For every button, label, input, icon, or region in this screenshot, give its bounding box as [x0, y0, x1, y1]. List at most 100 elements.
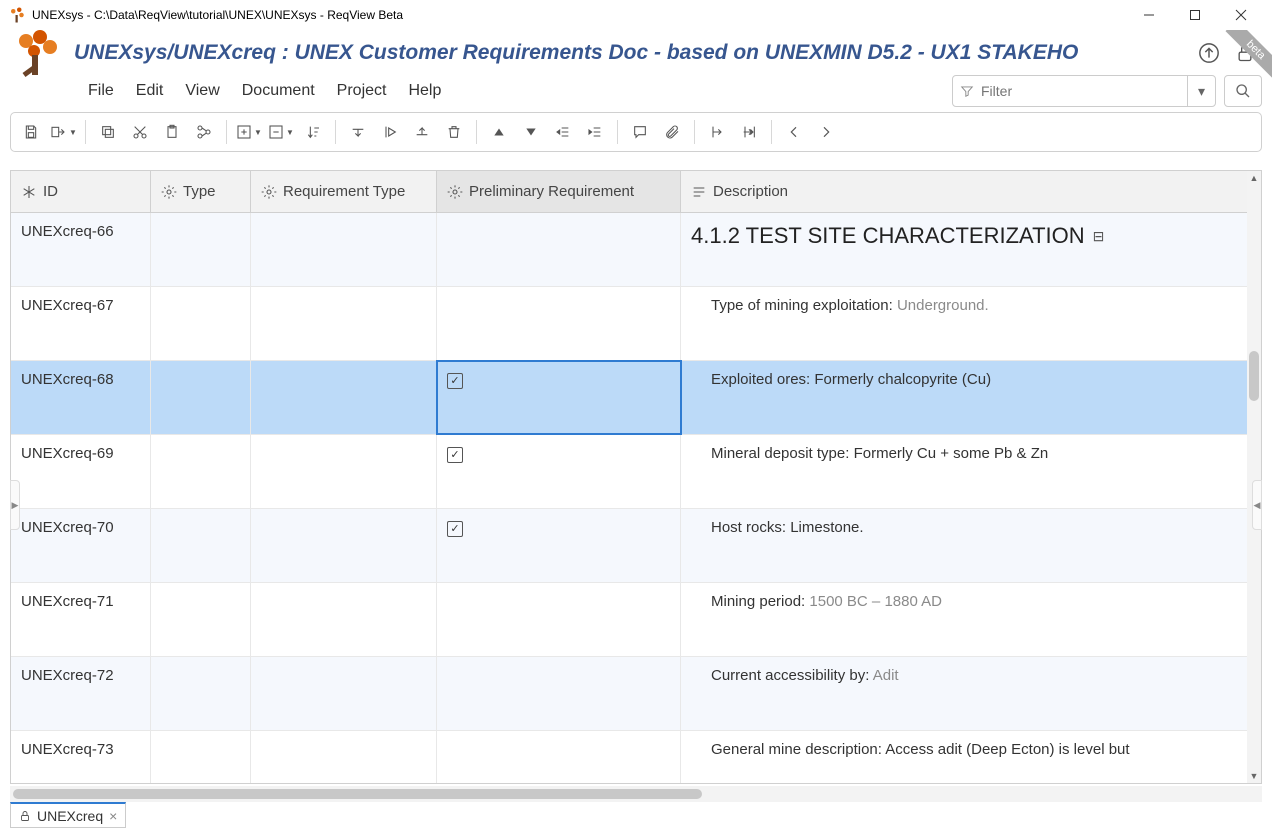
table-row[interactable]: UNEXcreq-66 4.1.2 TEST SITE CHARACTERIZAT…: [11, 213, 1261, 287]
horizontal-scrollbar[interactable]: [10, 786, 1262, 802]
cell-reqtype[interactable]: [251, 435, 437, 508]
cell-prelim[interactable]: [437, 657, 681, 730]
table-row[interactable]: UNEXcreq-73 General mine description: Acc…: [11, 731, 1261, 783]
close-button[interactable]: [1218, 0, 1264, 30]
cell-prelim[interactable]: [437, 583, 681, 656]
cell-id[interactable]: UNEXcreq-71: [11, 583, 151, 656]
cell-reqtype[interactable]: [251, 731, 437, 783]
export-icon[interactable]: ▼: [49, 118, 77, 146]
scroll-thumb[interactable]: [1249, 351, 1259, 401]
cell-reqtype[interactable]: [251, 361, 437, 434]
table-row[interactable]: UNEXcreq-72 Current accessibility by: Adi…: [11, 657, 1261, 731]
collapse-icon[interactable]: ⊟: [1093, 228, 1105, 245]
right-panel-handle[interactable]: ◀: [1252, 480, 1262, 530]
menu-document[interactable]: Document: [242, 82, 315, 100]
filter-dropdown[interactable]: ▾: [1187, 76, 1215, 106]
indent-icon[interactable]: [581, 118, 609, 146]
left-panel-handle[interactable]: ▶: [10, 480, 20, 530]
link-icon[interactable]: [190, 118, 218, 146]
cell-id[interactable]: UNEXcreq-69: [11, 435, 151, 508]
cell-reqtype[interactable]: [251, 583, 437, 656]
table-row[interactable]: UNEXcreq-70 Host rocks: Limestone.: [11, 509, 1261, 583]
column-prelim[interactable]: Preliminary Requirement: [437, 171, 681, 212]
menu-view[interactable]: View: [185, 82, 219, 100]
cell-reqtype[interactable]: [251, 213, 437, 286]
menu-file[interactable]: File: [88, 82, 114, 100]
scroll-down-icon[interactable]: ▼: [1247, 769, 1261, 783]
sort-icon[interactable]: [299, 118, 327, 146]
cell-prelim[interactable]: [437, 435, 681, 508]
cell-type[interactable]: [151, 361, 251, 434]
nav-forward-icon[interactable]: [812, 118, 840, 146]
attachment-icon[interactable]: [658, 118, 686, 146]
cell-description[interactable]: Type of mining exploitation: Underground…: [681, 287, 1261, 360]
cell-id[interactable]: UNEXcreq-66: [11, 213, 151, 286]
cell-type[interactable]: [151, 657, 251, 730]
cell-description[interactable]: Current accessibility by: Adit: [681, 657, 1261, 730]
minimize-button[interactable]: [1126, 0, 1172, 30]
cell-id[interactable]: UNEXcreq-72: [11, 657, 151, 730]
triangle-up-icon[interactable]: [485, 118, 513, 146]
cell-reqtype[interactable]: [251, 657, 437, 730]
document-tab[interactable]: UNEXcreq ×: [10, 802, 126, 828]
copy-icon[interactable]: [94, 118, 122, 146]
table-row[interactable]: UNEXcreq-69 Mineral deposit type: Formerl…: [11, 435, 1261, 509]
cell-prelim[interactable]: [437, 287, 681, 360]
save-icon[interactable]: [17, 118, 45, 146]
cell-prelim[interactable]: [437, 213, 681, 286]
cell-type[interactable]: [151, 287, 251, 360]
checkbox-checked-icon[interactable]: [447, 521, 463, 537]
upload-icon[interactable]: [1198, 42, 1220, 64]
cell-description[interactable]: Exploited ores: Formerly chalcopyrite (C…: [681, 361, 1261, 434]
grid-body[interactable]: UNEXcreq-66 4.1.2 TEST SITE CHARACTERIZAT…: [11, 213, 1261, 783]
cell-description[interactable]: Mineral deposit type: Formerly Cu + some…: [681, 435, 1261, 508]
table-row[interactable]: UNEXcreq-67 Type of mining exploitation: …: [11, 287, 1261, 361]
column-reqtype[interactable]: Requirement Type: [251, 171, 437, 212]
cell-id[interactable]: UNEXcreq-73: [11, 731, 151, 783]
comment-icon[interactable]: [626, 118, 654, 146]
cell-description[interactable]: General mine description: Access adit (D…: [681, 731, 1261, 783]
nav-back-icon[interactable]: [780, 118, 808, 146]
hscroll-thumb[interactable]: [13, 789, 702, 799]
maximize-button[interactable]: [1172, 0, 1218, 30]
column-desc[interactable]: Description: [681, 171, 1261, 212]
cell-description[interactable]: 4.1.2 TEST SITE CHARACTERIZATION⊟: [681, 213, 1261, 286]
add-icon[interactable]: ▼: [235, 118, 263, 146]
cell-id[interactable]: UNEXcreq-67: [11, 287, 151, 360]
cell-type[interactable]: [151, 435, 251, 508]
close-icon[interactable]: ×: [109, 808, 117, 824]
filter-input[interactable]: [981, 83, 1187, 99]
outdent-icon[interactable]: [549, 118, 577, 146]
cut-icon[interactable]: [126, 118, 154, 146]
column-type[interactable]: Type: [151, 171, 251, 212]
checkbox-checked-icon[interactable]: [447, 447, 463, 463]
scroll-up-icon[interactable]: ▲: [1247, 171, 1261, 185]
play-icon[interactable]: [376, 118, 404, 146]
menu-edit[interactable]: Edit: [136, 82, 164, 100]
cell-id[interactable]: UNEXcreq-70: [11, 509, 151, 582]
cell-type[interactable]: [151, 509, 251, 582]
move-up-icon[interactable]: [408, 118, 436, 146]
delete-icon[interactable]: [440, 118, 468, 146]
paste-icon[interactable]: [158, 118, 186, 146]
goto-start-icon[interactable]: [703, 118, 731, 146]
cell-prelim[interactable]: [437, 731, 681, 783]
cell-reqtype[interactable]: [251, 509, 437, 582]
table-row[interactable]: UNEXcreq-68Exploited ores: Formerly chal…: [11, 361, 1261, 435]
cell-description[interactable]: Host rocks: Limestone.: [681, 509, 1261, 582]
cell-description[interactable]: Mining period: 1500 BC – 1880 AD: [681, 583, 1261, 656]
triangle-down-icon[interactable]: [517, 118, 545, 146]
move-down-icon[interactable]: [344, 118, 372, 146]
cell-prelim[interactable]: [437, 509, 681, 582]
lock-icon[interactable]: [1234, 42, 1256, 64]
search-button[interactable]: [1224, 75, 1262, 107]
remove-icon[interactable]: ▼: [267, 118, 295, 146]
checkbox-checked-icon[interactable]: [447, 373, 463, 389]
cell-reqtype[interactable]: [251, 287, 437, 360]
menu-project[interactable]: Project: [337, 82, 387, 100]
menu-help[interactable]: Help: [408, 82, 441, 100]
cell-type[interactable]: [151, 583, 251, 656]
goto-end-icon[interactable]: [735, 118, 763, 146]
column-id[interactable]: ID: [11, 171, 151, 212]
cell-type[interactable]: [151, 731, 251, 783]
